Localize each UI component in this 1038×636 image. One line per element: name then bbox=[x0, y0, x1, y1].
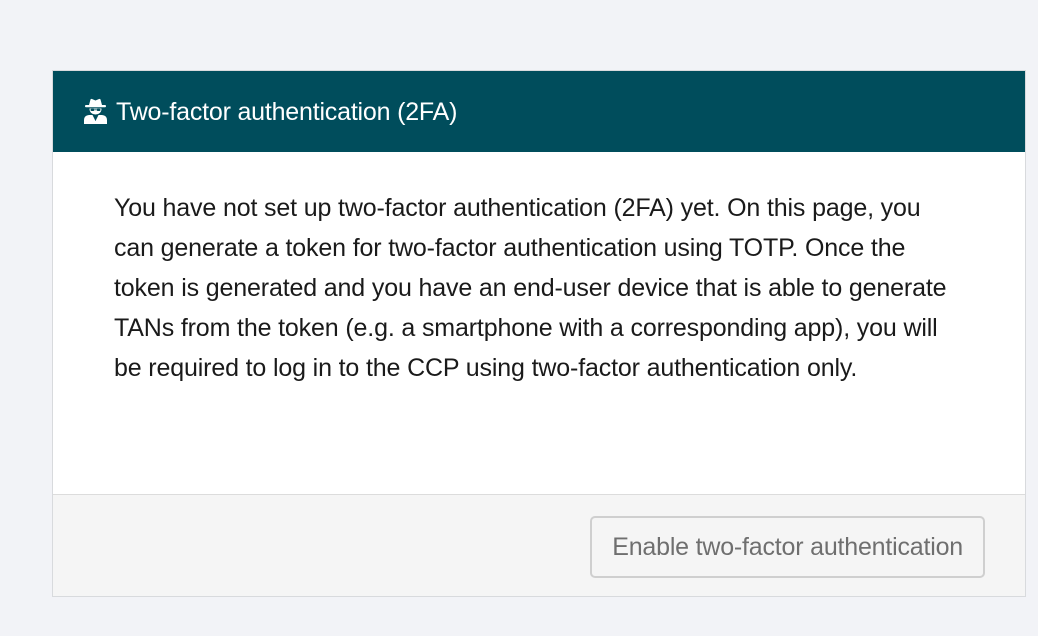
description-text: You have not set up two-factor authentic… bbox=[114, 194, 947, 382]
enable-2fa-button[interactable]: Enable two-factor authentication bbox=[590, 516, 985, 578]
panel-header: Two-factor authentication (2FA) bbox=[53, 71, 1025, 152]
panel-body: You have not set up two-factor authentic… bbox=[53, 152, 1025, 494]
user-secret-icon bbox=[83, 98, 108, 124]
two-factor-panel: Two-factor authentication (2FA) You have… bbox=[52, 70, 1026, 597]
panel-title: Two-factor authentication (2FA) bbox=[116, 97, 458, 126]
panel-footer: Enable two-factor authentication bbox=[53, 494, 1025, 596]
